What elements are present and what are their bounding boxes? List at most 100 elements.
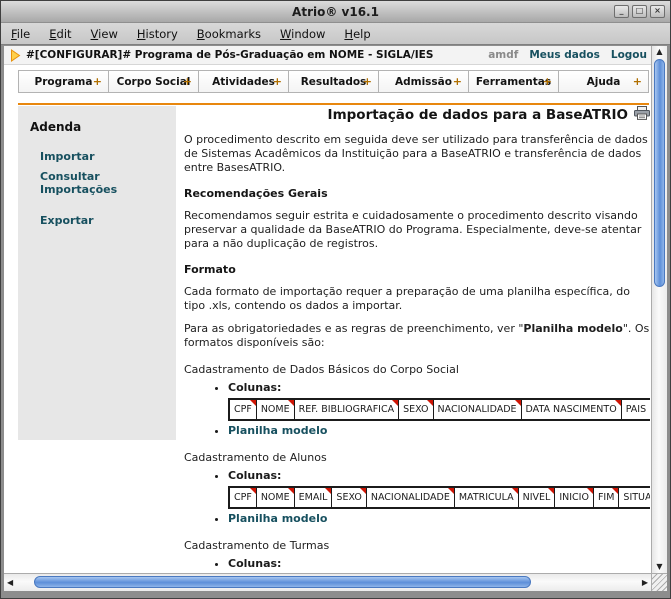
plus-icon: + [543, 75, 552, 88]
plus-icon: + [453, 75, 462, 88]
column-header-cell: PAIS NASCIMENTO [621, 399, 650, 420]
menu-view[interactable]: View [91, 27, 118, 41]
maximize-button[interactable]: □ [632, 5, 647, 18]
column-header-cell: DATA NASCIMENTO [521, 399, 621, 420]
section-turmas: Cadastramento de Turmas Colunas: PERIODO… [184, 539, 650, 573]
section-title: Cadastramento de Dados Básicos do Corpo … [184, 363, 650, 376]
title-bar[interactable]: Atrio® v16.1 _ □ × [1, 1, 670, 23]
user-links: amdf Meus dados Logou [488, 49, 647, 61]
recommendations-title: Recomendações Gerais [184, 187, 650, 200]
tab-label: Corpo Social [117, 76, 191, 88]
plus-icon: + [93, 75, 102, 88]
scroll-right-icon[interactable]: ▶ [642, 578, 648, 587]
column-header-cell: MATRICULA [454, 487, 518, 508]
plus-icon: + [363, 75, 372, 88]
tab-label: Programa [35, 76, 93, 88]
column-header-cell: SEXO [332, 487, 366, 508]
tab-programa[interactable]: Programa + [18, 70, 109, 93]
menu-edit[interactable]: Edit [49, 27, 71, 41]
section-title: Cadastramento de Alunos [184, 451, 650, 464]
planilha-modelo-item: Planilha modelo [228, 424, 650, 438]
columns-table-wrapper: CPF NOME EMAIL SEXO NACIONALIDADE MATRIC… [228, 486, 650, 509]
column-header-cell: NOME [256, 399, 294, 420]
nav-tabs: Programa + Corpo Social + Atividades + R… [18, 70, 649, 93]
resize-grip[interactable] [651, 573, 667, 591]
format-note: Para as obrigatoriedades e as regras de … [184, 322, 650, 350]
tab-label: Ferramentas [476, 76, 551, 88]
horizontal-scrollbar[interactable]: ◀ ▶ [4, 573, 651, 591]
column-header-cell: NACIONALIDADE [366, 487, 454, 508]
meus-dados-link[interactable]: Meus dados [529, 49, 600, 61]
breadcrumb-arrow-icon [10, 49, 21, 62]
format-paragraph: Cada formato de importação requer a prep… [184, 285, 650, 313]
sidebar-item-consultar-importacoes[interactable]: Consultar Importações [40, 170, 176, 196]
printer-icon[interactable] [634, 106, 650, 124]
vertical-scrollbar-thumb[interactable] [654, 59, 665, 287]
tab-label: Ajuda [587, 76, 621, 88]
tab-atividades[interactable]: Atividades + [198, 70, 289, 93]
colunas-label: Colunas: [228, 381, 281, 394]
logout-link[interactable]: Logou [611, 49, 647, 61]
intro-paragraph: O procedimento descrito em seguida deve … [184, 133, 650, 175]
app-window: Atrio® v16.1 _ □ × File Edit View Histor… [0, 0, 671, 599]
tab-admissao[interactable]: Admissão + [378, 70, 469, 93]
column-header-cell: EMAIL [294, 487, 332, 508]
tab-ajuda[interactable]: Ajuda + [558, 70, 649, 93]
column-header-cell: NOME [256, 487, 294, 508]
section-corpo-social: Cadastramento de Dados Básicos do Corpo … [184, 363, 650, 438]
recommendations-paragraph: Recomendamos seguir estrita e cuidadosam… [184, 209, 650, 251]
colunas-item: Colunas: [228, 469, 650, 483]
format-title: Formato [184, 263, 650, 276]
planilha-modelo-item: Planilha modelo [228, 512, 650, 526]
nav-row: Programa + Corpo Social + Atividades + R… [4, 65, 651, 103]
tab-ferramentas[interactable]: Ferramentas + [468, 70, 559, 93]
window-title: Atrio® v16.1 [292, 5, 379, 19]
breadcrumb: #[CONFIGURAR]# Programa de Pós-Graduação… [26, 49, 433, 61]
tab-corpo-social[interactable]: Corpo Social + [108, 70, 199, 93]
menu-window[interactable]: Window [280, 27, 325, 41]
menu-file[interactable]: File [11, 27, 30, 41]
colunas-label: Colunas: [228, 557, 281, 570]
close-button[interactable]: × [650, 5, 665, 18]
tab-resultados[interactable]: Resultados + [288, 70, 379, 93]
tab-label: Resultados [301, 76, 367, 88]
columns-table-wrapper: CPF NOME REF. BIBLIOGRAFICA SEXO NACIONA… [228, 398, 650, 421]
plus-icon: + [273, 75, 282, 88]
column-header-cell: NIVEL [518, 487, 555, 508]
plus-icon: + [633, 75, 642, 88]
menu-help[interactable]: Help [344, 27, 370, 41]
scroll-down-icon[interactable]: ▼ [652, 562, 667, 571]
columns-table: CPF NOME EMAIL SEXO NACIONALIDADE MATRIC… [228, 486, 650, 509]
menu-history[interactable]: History [137, 27, 178, 41]
colunas-label: Colunas: [228, 469, 281, 482]
minimize-button[interactable]: _ [614, 5, 629, 18]
column-header-cell: CPF [229, 399, 256, 420]
columns-table: CPF NOME REF. BIBLIOGRAFICA SEXO NACIONA… [228, 398, 650, 421]
section-title: Cadastramento de Turmas [184, 539, 650, 552]
breadcrumb-bar: #[CONFIGURAR]# Programa de Pós-Graduação… [4, 46, 651, 65]
sidebar-item-exportar[interactable]: Exportar [40, 214, 176, 227]
screen: Atrio® v16.1 _ □ × File Edit View Histor… [0, 0, 671, 599]
tab-label: Atividades [212, 76, 275, 88]
column-header-cell: CPF [229, 487, 256, 508]
column-header-cell: NACIONALIDADE [433, 399, 521, 420]
page-title: Importação de dados para a BaseATRIO [328, 107, 628, 123]
username-label: amdf [488, 49, 518, 61]
planilha-modelo-link[interactable]: Planilha modelo [228, 512, 327, 525]
column-header-cell: SEXO [399, 399, 433, 420]
window-controls: _ □ × [614, 5, 665, 18]
column-header-cell: INICIO [555, 487, 594, 508]
note-planilha-modelo: Planilha modelo [523, 322, 622, 335]
column-header-cell: SITUACAO [619, 487, 650, 508]
vertical-scrollbar[interactable]: ▲ ▼ [651, 46, 667, 573]
column-header-cell: FIM [593, 487, 618, 508]
scroll-left-icon[interactable]: ◀ [7, 578, 13, 587]
sidebar-item-importar[interactable]: Importar [40, 150, 176, 163]
scroll-up-icon[interactable]: ▲ [652, 47, 667, 56]
planilha-modelo-link[interactable]: Planilha modelo [228, 424, 327, 437]
client-area: #[CONFIGURAR]# Programa de Pós-Graduação… [4, 46, 667, 591]
horizontal-scrollbar-thumb[interactable] [34, 576, 531, 588]
sidebar: Adenda Importar Consultar Importações Ex… [18, 106, 176, 440]
plus-icon: + [183, 75, 192, 88]
menu-bookmarks[interactable]: Bookmarks [197, 27, 261, 41]
